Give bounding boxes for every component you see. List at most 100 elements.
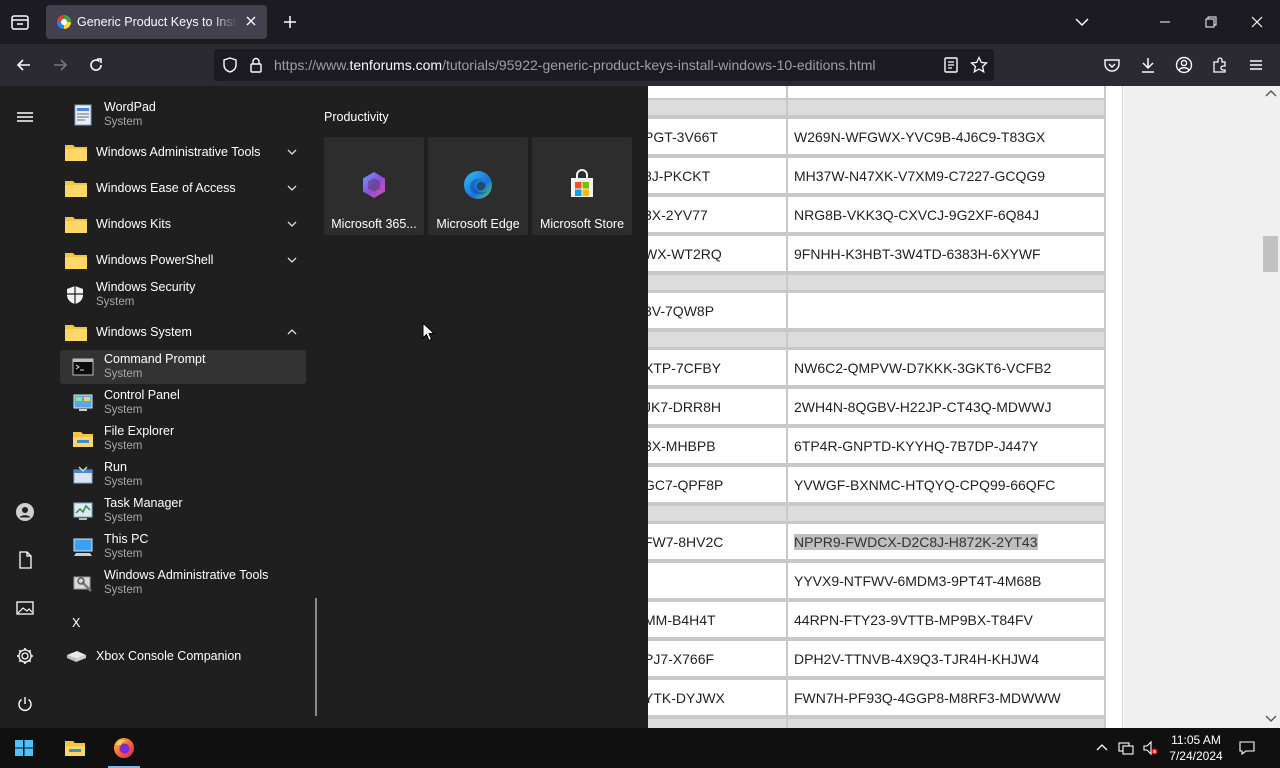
table-cell-product-key[interactable]: MH37W-N47XK-V7XM9-C7227-GCQG9 (786, 156, 1106, 195)
folder-windows-kits[interactable]: Windows Kits (60, 208, 306, 240)
folder-windows-powershell[interactable]: Windows PowerShell (60, 244, 306, 276)
documents-icon[interactable] (15, 550, 35, 570)
downloads-icon[interactable] (1138, 55, 1158, 75)
forward-icon[interactable] (50, 55, 70, 75)
table-cell-edition-key[interactable]: WX-WT2RQ (636, 234, 788, 273)
table-cell-edition-key[interactable]: YTK-DYJWX (636, 678, 788, 717)
url-text[interactable]: https://www.tenforums.com/tutorials/9592… (274, 57, 875, 73)
app-name: Command Prompt (104, 352, 206, 366)
cell-text: 3V-7QW8P (644, 302, 715, 319)
app-item-file-explorer[interactable]: File Explorer System (60, 422, 306, 456)
table-cell-edition-key[interactable]: 8J-PKCKT (636, 156, 788, 195)
table-cell-product-key[interactable]: NPPR9-FWDCX-D2C8J-H872K-2YT43 (786, 522, 1106, 561)
folder-windows-administrative-tools[interactable]: Windows Administrative Tools (60, 136, 306, 168)
table-cell-product-key[interactable]: 2WH4N-8QGBV-H22JP-CT43Q-MDWWJ (786, 387, 1106, 426)
lock-icon[interactable] (246, 55, 266, 75)
address-bar[interactable]: https://www.tenforums.com/tutorials/9592… (214, 49, 994, 81)
restore-icon[interactable] (1201, 12, 1221, 32)
tile-microsoft-store[interactable]: Microsoft Store (532, 137, 632, 235)
cell-text: 3X-2YV77 (644, 206, 708, 223)
folder-windows-system[interactable]: Windows System (60, 316, 306, 348)
app-item-wordpad[interactable]: WordPad System (60, 98, 306, 132)
network-icon[interactable] (1118, 740, 1134, 756)
table-cell-product-key[interactable]: 6TP4R-GNPTD-KYYHQ-7B7DP-J447Y (786, 426, 1106, 465)
tab-close-icon[interactable] (243, 13, 259, 29)
table-cell-edition-key[interactable]: GC7-QPF8P (636, 465, 788, 504)
table-cell-edition-key[interactable]: PGT-3V66T (636, 117, 788, 156)
xbox-console-icon (64, 646, 88, 666)
app-item-task-manager[interactable]: Task Manager System (60, 494, 306, 528)
list-tabs-chevron-icon[interactable] (1072, 12, 1092, 32)
app-item-xbox-console-companion[interactable]: Xbox Console Companion (60, 640, 306, 672)
user-account-icon[interactable] (15, 502, 35, 522)
menu-hamburger-icon[interactable] (1246, 55, 1266, 75)
table-cell-edition-key[interactable] (636, 561, 788, 600)
table-cell-product-key[interactable] (786, 291, 1106, 330)
tile-microsoft-edge[interactable]: Microsoft Edge (428, 137, 528, 235)
table-cell-edition-key[interactable]: 3X-2YV77 (636, 195, 788, 234)
pocket-icon[interactable] (1102, 55, 1122, 75)
tracking-protection-shield-icon[interactable] (220, 55, 240, 75)
app-list-scrollbar[interactable] (315, 598, 317, 716)
table-separator-row (786, 330, 1106, 349)
section-letter-x[interactable]: X (72, 616, 80, 630)
extensions-icon[interactable] (1210, 55, 1230, 75)
table-cell-product-key[interactable]: DPH2V-TTNVB-4X9Q3-TJR4H-KHJW4 (786, 639, 1106, 678)
taskbar: 11:05 AM 7/24/2024 (0, 728, 1280, 768)
table-cell-product-key[interactable]: NRG8B-VKK3Q-CXVCJ-9G2XF-6Q84J (786, 195, 1106, 234)
cell-text: PGT-3V66T (644, 128, 718, 145)
page-scrollbar-thumb[interactable] (1263, 236, 1278, 272)
tile-microsoft-365[interactable]: Microsoft 365... (324, 137, 424, 235)
browser-nav-bar: https://www.tenforums.com/tutorials/9592… (0, 44, 1280, 86)
app-item-command-prompt[interactable]: Command Prompt System (60, 350, 306, 384)
table-cell-edition-key[interactable]: MM-B4H4T (636, 600, 788, 639)
bookmark-star-icon[interactable] (969, 55, 989, 75)
tile-label: Microsoft Store (539, 217, 625, 231)
minimize-icon[interactable] (1155, 12, 1175, 32)
reader-view-icon[interactable] (941, 55, 961, 75)
app-item-control-panel[interactable]: Control Panel System (60, 386, 306, 420)
cell-text: 6TP4R-GNPTD-KYYHQ-7B7DP-J447Y (794, 437, 1039, 454)
browser-tab[interactable]: Generic Product Keys to Install (46, 5, 267, 39)
table-cell-product-key[interactable]: YYVX9-NTFWV-6MDM3-9PT4T-4M68B (786, 561, 1106, 600)
tiles-group-title: Productivity (324, 110, 389, 124)
table-cell-edition-key[interactable]: XTP-7CFBY (636, 348, 788, 387)
app-item-run[interactable]: Run System (60, 458, 306, 492)
table-separator-row (786, 98, 1106, 117)
firefox-view-icon[interactable] (10, 12, 30, 32)
cell-text: WX-WT2RQ (644, 245, 722, 262)
page-scrollbar[interactable] (1262, 86, 1280, 728)
app-item-windows-security[interactable]: Windows Security System (52, 278, 298, 312)
settings-gear-icon[interactable] (15, 646, 35, 666)
table-cell-edition-key[interactable]: JK7-DRR8H (636, 387, 788, 426)
table-cell-edition-key[interactable]: PJ7-X766F (636, 639, 788, 678)
volume-muted-icon[interactable] (1142, 740, 1158, 756)
taskbar-firefox[interactable] (100, 728, 148, 768)
new-tab-icon[interactable] (280, 12, 300, 32)
table-cell-product-key[interactable]: NW6C2-QMPVW-D7KKK-3GKT6-VCFB2 (786, 348, 1106, 387)
app-item-this-pc[interactable]: This PC System (60, 530, 306, 564)
table-separator-row (636, 330, 788, 349)
notifications-icon[interactable] (1239, 740, 1255, 756)
table-cell-product-key[interactable]: 44RPN-FTY23-9VTTB-MP9BX-T84FV (786, 600, 1106, 639)
table-cell-edition-key[interactable]: FW7-8HV2C (636, 522, 788, 561)
account-icon[interactable] (1174, 55, 1194, 75)
table-cell-edition-key[interactable]: 3X-MHBPB (636, 426, 788, 465)
power-icon[interactable] (15, 694, 35, 714)
table-cell-product-key[interactable]: YVWGF-BXNMC-HTQYQ-CPQ99-66QFC (786, 465, 1106, 504)
reload-icon[interactable] (86, 55, 106, 75)
start-button[interactable] (0, 728, 48, 768)
start-menu-expand-icon[interactable] (15, 107, 35, 127)
table-cell-product-key[interactable]: FWN7H-PF93Q-4GGP8-M8RF3-MDWWW (786, 678, 1106, 717)
show-hidden-icons-chevron-icon[interactable] (1094, 740, 1110, 756)
table-cell-edition-key[interactable]: 3V-7QW8P (636, 291, 788, 330)
close-window-icon[interactable] (1247, 12, 1267, 32)
pictures-icon[interactable] (15, 598, 35, 618)
taskbar-file-explorer[interactable] (51, 728, 99, 768)
table-cell-product-key[interactable]: 9FNHH-K3HBT-3W4TD-6383H-6XYWF (786, 234, 1106, 273)
back-icon[interactable] (14, 55, 34, 75)
app-item-windows-administrative-tools[interactable]: Windows Administrative Tools System (60, 566, 306, 600)
table-cell-product-key[interactable]: W269N-WFGWX-YVC9B-4J6C9-T83GX (786, 117, 1106, 156)
system-clock[interactable]: 11:05 AM 7/24/2024 (1164, 732, 1228, 764)
folder-windows-ease-of-access[interactable]: Windows Ease of Access (60, 172, 306, 204)
